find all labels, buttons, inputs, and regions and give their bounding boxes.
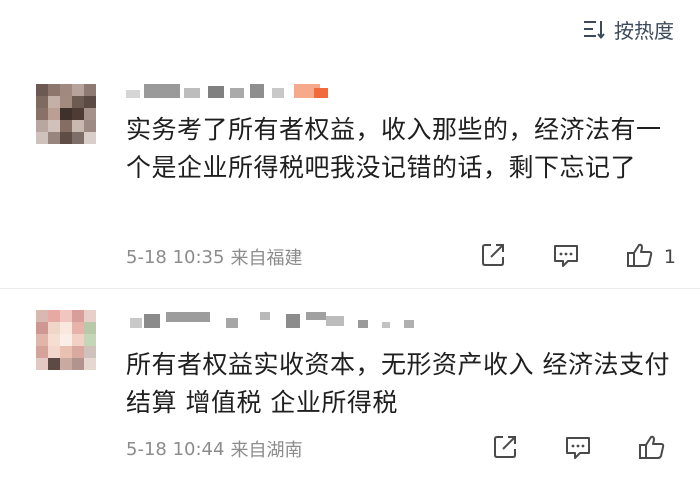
comment-text: 所有者权益实收资本，无形资产收入 经济法支付结算 增值税 企业所得税 [126, 350, 670, 417]
like-button[interactable] [638, 434, 676, 464]
comment-location: 来自湖南 [230, 440, 303, 461]
comment-meta: 5-18 10:35 来自福建 [126, 243, 302, 271]
comment-location: 来自福建 [230, 248, 303, 269]
sort-lines-icon [582, 18, 606, 40]
sort-by-popularity-button[interactable]: 按热度 [582, 14, 674, 44]
like-button[interactable]: 1 [626, 242, 676, 272]
username-pixelated[interactable] [126, 84, 346, 100]
comment-actions: 1 [434, 243, 676, 271]
share-button[interactable] [480, 242, 506, 272]
thumbs-up-icon [626, 242, 654, 272]
comment-icon [552, 242, 580, 272]
username-pixelated[interactable] [126, 312, 416, 328]
share-button[interactable] [492, 434, 518, 464]
share-icon [492, 434, 518, 464]
reply-button[interactable] [552, 242, 580, 272]
avatar[interactable] [36, 84, 96, 144]
sort-label: 按热度 [614, 18, 674, 43]
comment-icon [564, 434, 592, 464]
comment-time: 5-18 10:35 [126, 246, 225, 268]
share-icon [480, 242, 506, 272]
avatar[interactable] [36, 310, 96, 370]
thumbs-up-icon [638, 434, 666, 464]
comment-text: 实务考了所有者权益，收入那些的，经济法有一个是企业所得税吧我没记错的话，剩下忘记… [126, 115, 662, 182]
comment-actions [446, 435, 676, 463]
comment-meta: 5-18 10:44 来自湖南 [126, 435, 302, 463]
like-count: 1 [663, 246, 676, 268]
divider [0, 288, 700, 289]
reply-button[interactable] [564, 434, 592, 464]
comment-time: 5-18 10:44 [126, 438, 225, 460]
